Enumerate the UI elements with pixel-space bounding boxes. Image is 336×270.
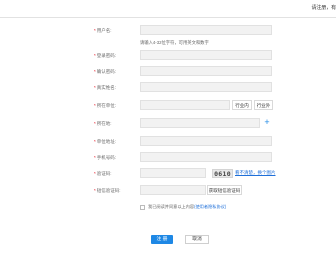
mobile-row: *手机号码: xyxy=(0,152,336,164)
captcha-image[interactable]: 0610 xyxy=(212,169,233,178)
unit-input[interactable] xyxy=(140,100,230,110)
address-label: *单位地址: xyxy=(94,139,117,144)
username-label: *用户名: xyxy=(94,28,112,33)
mobile-label: *手机号码: xyxy=(94,155,117,160)
sms-row: *短信验证码: 获取短信验证码 xyxy=(0,185,336,197)
confirm-password-row: *确认密码: xyxy=(0,66,336,78)
sms-code-input[interactable] xyxy=(140,185,206,195)
top-bar-tip: 请注册，有 xyxy=(311,5,336,11)
top-bar: 请注册，有 xyxy=(0,0,336,18)
username-row: *用户名: xyxy=(0,25,336,37)
username-input[interactable] xyxy=(140,25,272,35)
industry-inside-button[interactable]: 行业内 xyxy=(232,100,252,110)
get-sms-code-button[interactable]: 获取短信验证码 xyxy=(207,185,242,195)
captcha-row: *验证码: 0610 看不清楚，换个图片 xyxy=(0,168,336,180)
confirm-password-input[interactable] xyxy=(140,66,272,76)
privacy-agreement-link[interactable]: (使用者隐私协议) xyxy=(194,204,226,209)
region-row: *所在地: + xyxy=(0,118,336,130)
register-button[interactable]: 注 册 xyxy=(151,235,173,244)
cancel-button[interactable]: 取消 xyxy=(185,235,209,244)
password-label: *登录密码: xyxy=(94,53,117,58)
captcha-label: *验证码: xyxy=(94,171,112,176)
realname-row: *真实姓名: xyxy=(0,82,336,94)
unit-row: *所在单位: 行业内 行业外 xyxy=(0,100,336,112)
sms-label: *短信验证码: xyxy=(94,188,121,193)
captcha-input[interactable] xyxy=(140,168,206,178)
industry-outside-button[interactable]: 行业外 xyxy=(254,100,273,110)
username-hint: 请输入4-32位字符，可用英文和数字 xyxy=(140,40,209,45)
address-row: *单位地址: xyxy=(0,136,336,148)
address-input[interactable] xyxy=(140,136,272,146)
region-label: *所在地: xyxy=(94,121,112,126)
mobile-input[interactable] xyxy=(140,152,272,162)
realname-label: *真实姓名: xyxy=(94,85,117,90)
password-row: *登录密码: xyxy=(0,50,336,62)
confirm-password-label: *确认密码: xyxy=(94,69,117,74)
region-input[interactable] xyxy=(140,118,260,128)
unit-label: *所在单位: xyxy=(94,103,117,108)
realname-input[interactable] xyxy=(140,82,272,92)
agree-checkbox[interactable] xyxy=(140,205,145,210)
refresh-captcha-link[interactable]: 看不清楚，换个图片 xyxy=(235,170,276,176)
agreement-text: 我已阅读并同意以上内容(使用者隐私协议) xyxy=(148,204,227,209)
password-input[interactable] xyxy=(140,50,272,60)
add-region-plus-icon[interactable]: + xyxy=(262,118,272,128)
agreement-row: 我已阅读并同意以上内容(使用者隐私协议) xyxy=(0,204,336,217)
